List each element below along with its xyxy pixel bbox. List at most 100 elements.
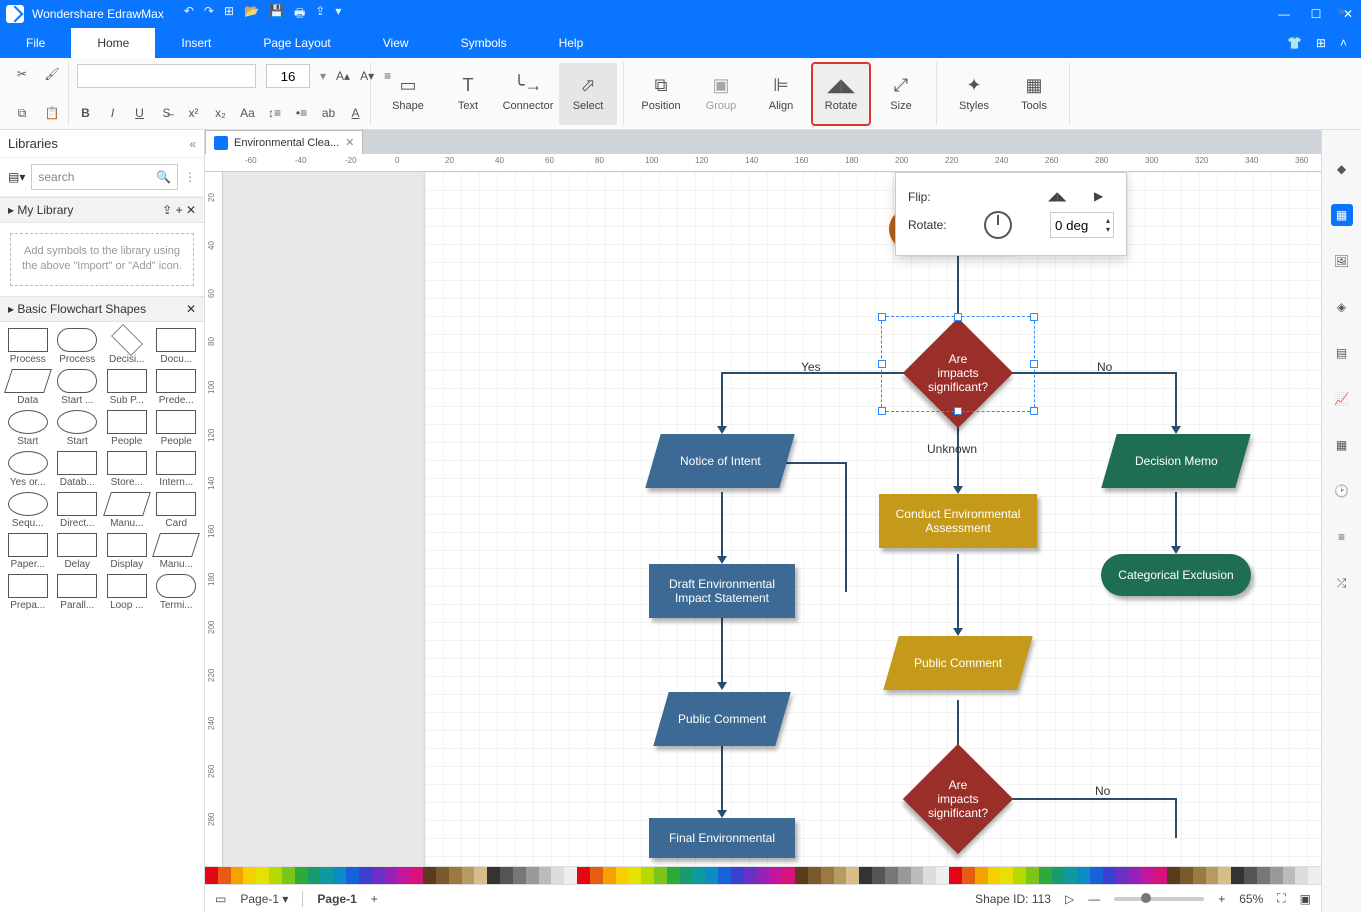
close-tab-icon[interactable]: ✕ <box>345 136 354 149</box>
color-swatch[interactable] <box>231 867 244 884</box>
paste-icon[interactable]: 📋 <box>42 103 62 123</box>
color-swatch[interactable] <box>1244 867 1257 884</box>
color-swatch[interactable] <box>1013 867 1026 884</box>
color-swatch[interactable] <box>500 867 513 884</box>
font-name-select[interactable] <box>77 64 256 88</box>
color-swatch[interactable] <box>898 867 911 884</box>
shape-stencil[interactable]: Paper... <box>4 533 52 570</box>
select-button[interactable]: ⬀Select <box>559 63 617 125</box>
rotate-up-icon[interactable]: ▴ <box>1106 216 1110 225</box>
color-swatch[interactable] <box>731 867 744 884</box>
color-swatch[interactable] <box>911 867 924 884</box>
superscript-icon[interactable]: x² <box>185 103 202 123</box>
highlight-icon[interactable]: ab <box>320 103 337 123</box>
color-swatch[interactable] <box>359 867 372 884</box>
add-page-button[interactable]: + <box>371 892 378 906</box>
color-swatch[interactable] <box>1116 867 1129 884</box>
node-decision-memo[interactable]: Decision Memo <box>1101 434 1250 488</box>
bold-icon[interactable]: B <box>77 103 94 123</box>
color-swatch[interactable] <box>564 867 577 884</box>
apps-icon[interactable]: ⊞ <box>1316 36 1326 50</box>
color-swatch[interactable] <box>551 867 564 884</box>
color-swatch[interactable] <box>1000 867 1013 884</box>
print-icon[interactable]: 🖶 <box>294 4 305 25</box>
zoom-slider[interactable] <box>1114 897 1204 901</box>
rotate-value-input[interactable] <box>1051 213 1103 237</box>
font-size-select[interactable] <box>266 64 310 88</box>
color-swatch[interactable] <box>1308 867 1321 884</box>
color-swatch[interactable] <box>1103 867 1116 884</box>
export-icon[interactable]: ⇪ <box>315 4 325 25</box>
color-swatch[interactable] <box>975 867 988 884</box>
color-swatch[interactable] <box>1129 867 1142 884</box>
color-swatch[interactable] <box>1052 867 1065 884</box>
subscript-icon[interactable]: x₂ <box>212 103 229 123</box>
connector-button[interactable]: ╰→Connector <box>499 63 557 125</box>
shape-stencil[interactable]: Card <box>153 492 201 529</box>
table-tool-icon[interactable]: ▦ <box>1331 434 1353 456</box>
color-swatch[interactable] <box>1167 867 1180 884</box>
color-swatch[interactable] <box>397 867 410 884</box>
menu-help[interactable]: Help <box>533 28 610 58</box>
color-swatch[interactable] <box>372 867 385 884</box>
page[interactable]: Yes No Unknown No Proposed Action Are im… <box>425 172 1321 866</box>
shape-stencil[interactable]: Start ... <box>54 369 102 406</box>
shape-stencil[interactable]: Start <box>4 410 52 447</box>
color-swatch[interactable] <box>821 867 834 884</box>
menu-view[interactable]: View <box>357 28 435 58</box>
color-swatch[interactable] <box>692 867 705 884</box>
fill-tool-icon[interactable]: ◆ <box>1331 158 1353 180</box>
color-swatch[interactable] <box>462 867 475 884</box>
color-swatch[interactable] <box>936 867 949 884</box>
page-selector[interactable]: Page-1 ▾ <box>240 892 288 906</box>
search-more-icon[interactable]: ⋮ <box>184 170 196 184</box>
flip-vertical-icon[interactable]: ▶ <box>1094 189 1114 205</box>
color-swatch[interactable] <box>1270 867 1283 884</box>
color-swatch[interactable] <box>782 867 795 884</box>
color-swatch[interactable] <box>1283 867 1296 884</box>
color-swatch[interactable] <box>1026 867 1039 884</box>
library-search-input[interactable]: search 🔍 <box>31 164 178 190</box>
color-swatch[interactable] <box>795 867 808 884</box>
shape-stencil[interactable]: Sub P... <box>103 369 151 406</box>
menu-file[interactable]: File <box>0 28 71 58</box>
color-swatch[interactable] <box>577 867 590 884</box>
color-swatch[interactable] <box>513 867 526 884</box>
more-tools-icon[interactable]: ≡ <box>1331 526 1353 548</box>
node-conduct-assessment[interactable]: Conduct Environmental Assessment <box>879 494 1037 548</box>
page-tab[interactable]: Page-1 <box>317 892 356 906</box>
color-swatch[interactable] <box>1064 867 1077 884</box>
color-swatch[interactable] <box>705 867 718 884</box>
color-swatch[interactable] <box>757 867 770 884</box>
node-impacts-2[interactable]: Are impacts significant? <box>903 744 1013 854</box>
flowchart-shapes-header[interactable]: Basic Flowchart Shapes <box>17 302 146 316</box>
window-maximize-button[interactable]: ☐ <box>1309 7 1323 21</box>
font-color-icon[interactable]: A <box>347 103 364 123</box>
color-swatch[interactable] <box>962 867 975 884</box>
color-swatch[interactable] <box>1141 867 1154 884</box>
color-swatch[interactable] <box>1193 867 1206 884</box>
node-public-comment-1[interactable]: Public Comment <box>653 692 790 746</box>
import-icon[interactable]: ⇪ <box>162 203 172 217</box>
shape-stencil[interactable]: Direct... <box>54 492 102 529</box>
shape-stencil[interactable]: Data <box>4 369 52 406</box>
copy-icon[interactable]: ⧉ <box>12 103 32 123</box>
color-swatch[interactable] <box>1218 867 1231 884</box>
color-swatch[interactable] <box>988 867 1001 884</box>
open-icon[interactable]: 📂 <box>244 4 259 25</box>
color-swatch[interactable] <box>282 867 295 884</box>
libraries-collapse-icon[interactable]: « <box>189 137 196 151</box>
chart-tool-icon[interactable]: 📈 <box>1331 388 1353 410</box>
color-swatch[interactable] <box>603 867 616 884</box>
save-icon[interactable]: 💾 <box>269 4 284 25</box>
presentation-icon[interactable]: ▷ <box>1065 892 1074 906</box>
node-public-comment-2[interactable]: Public Comment <box>883 636 1032 690</box>
color-swatch[interactable] <box>1257 867 1270 884</box>
page-props-icon[interactable]: ▤ <box>1331 342 1353 364</box>
color-swatch[interactable] <box>256 867 269 884</box>
color-swatch[interactable] <box>539 867 552 884</box>
menu-symbols[interactable]: Symbols <box>435 28 533 58</box>
shape-stencil[interactable]: Intern... <box>153 451 201 488</box>
color-palette-strip[interactable] <box>205 866 1321 884</box>
color-swatch[interactable] <box>346 867 359 884</box>
